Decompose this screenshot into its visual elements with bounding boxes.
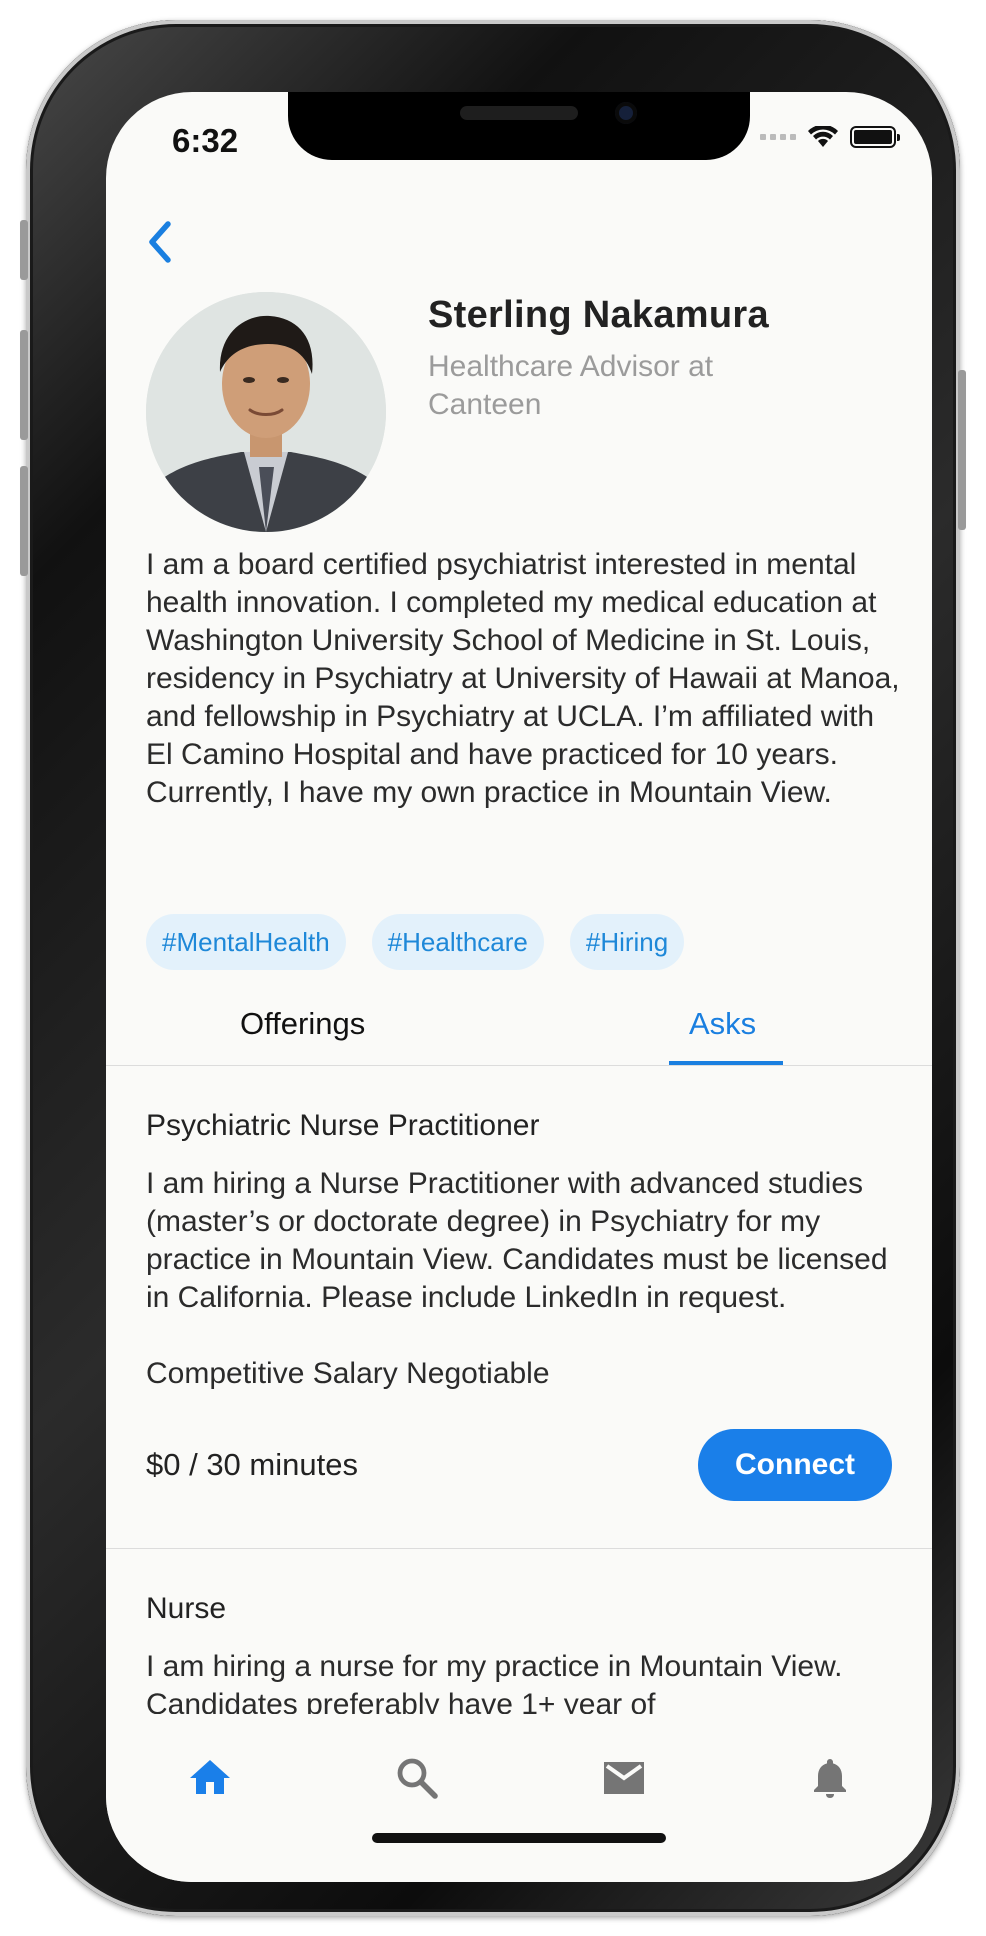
ask-description: I am hiring a nurse for my practice in M… <box>146 1650 843 1721</box>
ask-salary-note: Competitive Salary Negotiable <box>146 1357 550 1390</box>
tag-mental-health[interactable]: #MentalHealth <box>146 914 346 970</box>
notch <box>288 92 750 160</box>
search-icon[interactable] <box>393 1754 441 1802</box>
power-button <box>958 370 966 530</box>
ask-description: I am hiring a Nurse Practitioner with ad… <box>146 1167 888 1314</box>
ask-card: Psychiatric Nurse Practitioner I am hiri… <box>106 1067 932 1549</box>
profile-bio: I am a board certified psychiatrist inte… <box>146 548 900 809</box>
battery-icon <box>850 126 900 148</box>
tag-hiring[interactable]: #Hiring <box>569 914 685 970</box>
volume-down-button <box>20 466 28 576</box>
back-chevron-icon[interactable] <box>138 212 178 272</box>
avatar <box>146 292 386 532</box>
wifi-icon <box>808 126 838 147</box>
home-icon[interactable] <box>186 1754 234 1802</box>
app-screen: 6:32 Sterling Nakamura Healthcare Adviso… <box>106 92 932 1882</box>
ask-title: Psychiatric Nurse Practitioner <box>146 1109 540 1142</box>
tab-offerings[interactable]: Offerings <box>240 1006 365 1042</box>
mail-icon[interactable] <box>600 1754 648 1802</box>
phone-frame: 6:32 Sterling Nakamura Healthcare Adviso… <box>20 20 966 1916</box>
volume-up-button <box>20 330 28 440</box>
tab-asks[interactable]: Asks <box>689 1006 756 1042</box>
tab-bar: Offerings Asks <box>106 992 932 1066</box>
signal-icon <box>760 134 796 140</box>
status-time: 6:32 <box>172 122 239 159</box>
profile-role: Healthcare Advisor at Canteen <box>428 350 714 421</box>
ask-title: Nurse <box>146 1592 227 1625</box>
tag-healthcare[interactable]: #Healthcare <box>371 914 544 970</box>
profile-name: Sterling Nakamura <box>428 294 769 336</box>
active-tab-indicator <box>669 1061 783 1065</box>
connect-button[interactable]: Connect <box>698 1429 892 1501</box>
tag-list: #MentalHealth #Healthcare #Hiring <box>146 914 685 970</box>
status-icons <box>760 126 900 148</box>
silent-switch <box>20 220 28 280</box>
bottom-nav <box>106 1714 932 1882</box>
ask-price: $0 / 30 minutes <box>146 1447 358 1482</box>
home-indicator[interactable] <box>372 1833 666 1843</box>
bell-icon[interactable] <box>806 1754 854 1802</box>
